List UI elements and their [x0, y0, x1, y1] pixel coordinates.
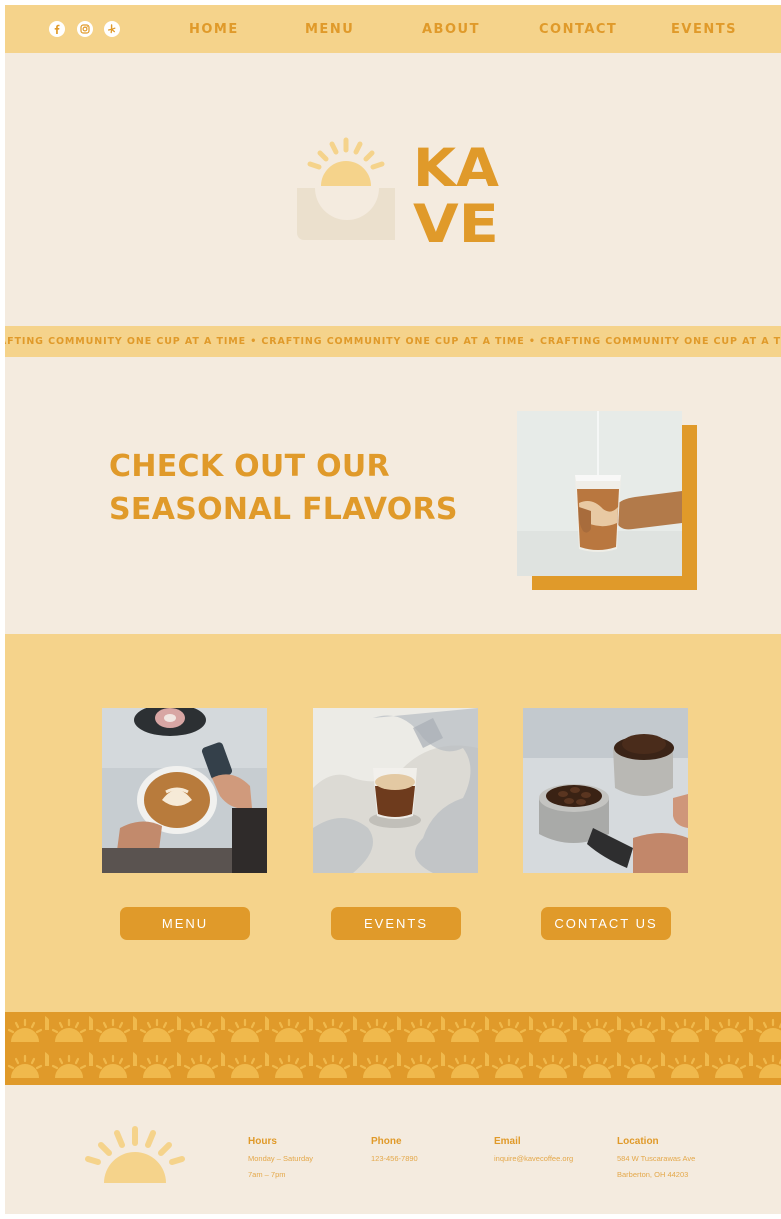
footer-location-city: Barberton, OH 44203: [617, 1170, 689, 1179]
top-bar: HOME MENU ABOUT CONTACT EVENTS: [5, 5, 781, 53]
page: HOME MENU ABOUT CONTACT EVENTS KA VE CRA…: [5, 5, 781, 1214]
sun-cup-icon: [297, 137, 395, 240]
footer-hours-time: 7am – 7pm: [248, 1170, 286, 1179]
tagline-ticker: CRAFTING COMMUNITY ONE CUP AT A TIME • C…: [5, 326, 781, 357]
events-button[interactable]: EVENTS: [331, 907, 461, 940]
nav-home[interactable]: HOME: [189, 22, 239, 37]
instagram-icon[interactable]: [77, 21, 93, 37]
footer-phone: Phone 123-456-7890: [371, 1136, 418, 1167]
quick-links-section: MENU EVENTS CONTACT US: [5, 634, 781, 1012]
seasonal-heading: CHECK OUT OUR SEASONAL FLAVORS: [109, 445, 469, 531]
facebook-icon[interactable]: [49, 21, 65, 37]
glass-coffee-photo: [313, 708, 478, 873]
ticker-text: CRAFTING COMMUNITY ONE CUP AT A TIME • C…: [5, 336, 781, 347]
latte-art-photo: [102, 708, 267, 873]
contact-us-button[interactable]: CONTACT US: [541, 907, 671, 940]
brand-logo: KA VE: [295, 130, 505, 255]
footer-phone-number[interactable]: 123-456-7890: [371, 1151, 418, 1167]
footer-location-street: 584 W Tuscarawas Ave: [617, 1154, 696, 1163]
footer-email: Email inquire@kavecoffee.org: [494, 1136, 573, 1167]
nav-events[interactable]: EVENTS: [671, 22, 737, 37]
footer-sun-icon: [82, 1125, 188, 1185]
nav-about[interactable]: ABOUT: [422, 22, 480, 37]
seasonal-heading-line2: SEASONAL FLAVORS: [109, 492, 458, 527]
footer-email-address[interactable]: inquire@kavecoffee.org: [494, 1151, 573, 1167]
footer-location-heading: Location: [617, 1136, 659, 1147]
sun-pattern-band: [5, 1012, 781, 1085]
footer-phone-heading: Phone: [371, 1136, 402, 1147]
brand-wordmark-top: KA: [413, 138, 499, 199]
espresso-beans-photo: [523, 708, 688, 873]
footer-hours-days: Monday – Saturday: [248, 1154, 314, 1163]
nav-menu[interactable]: MENU: [305, 22, 354, 37]
brand-wordmark-bottom: VE: [413, 194, 499, 245]
footer-location: Location 584 W Tuscarawas Ave Barberton,…: [617, 1136, 695, 1183]
seasonal-heading-line1: CHECK OUT OUR: [109, 449, 390, 484]
menu-button[interactable]: MENU: [120, 907, 250, 940]
yelp-icon[interactable]: [104, 21, 120, 37]
footer-email-heading: Email: [494, 1136, 521, 1147]
nav-contact[interactable]: CONTACT: [539, 22, 617, 37]
footer-hours-heading: Hours: [248, 1136, 277, 1147]
iced-coffee-photo: [517, 411, 682, 576]
footer-hours: Hours Monday – Saturday 7am – 7pm: [248, 1136, 313, 1183]
